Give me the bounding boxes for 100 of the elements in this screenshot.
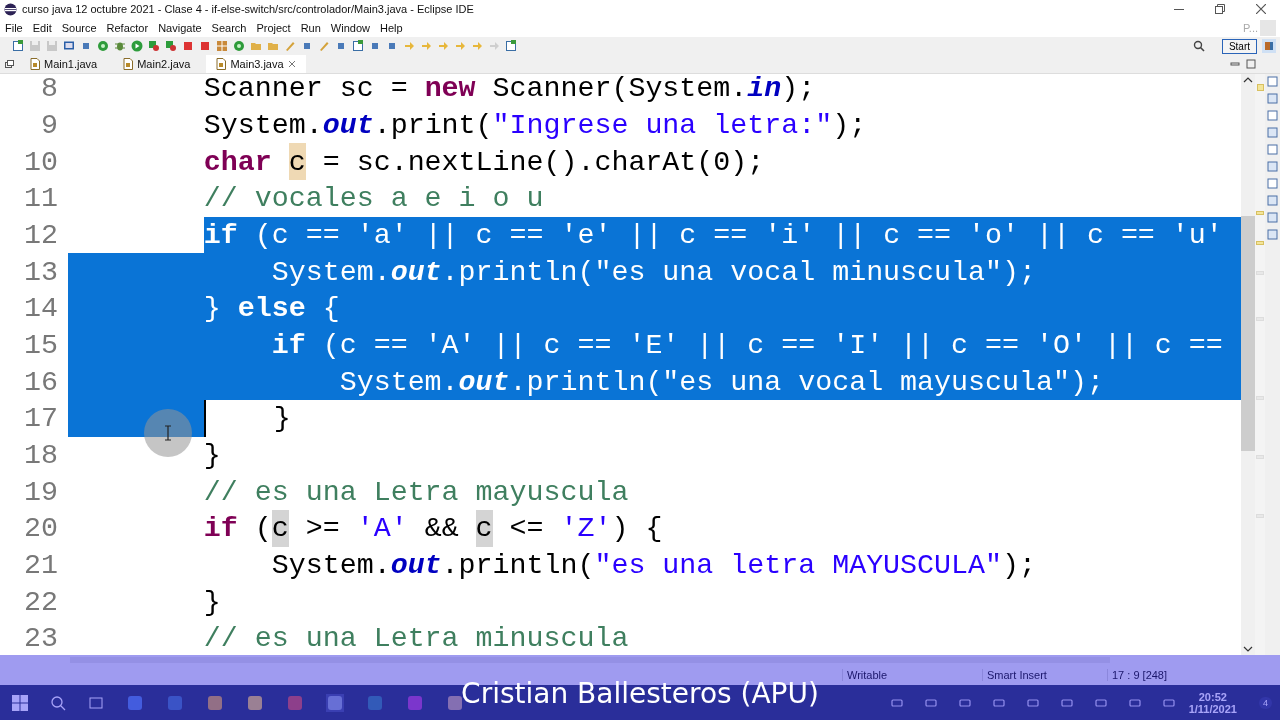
keyword: char [203,144,273,180]
cursor-highlight [143,408,193,458]
close-icon[interactable] [1256,4,1266,14]
search-icon[interactable] [50,694,66,711]
line-number: 11 [23,182,59,215]
code-comment: // es una Letra minuscula [203,621,629,655]
menu-item[interactable]: Run [300,21,321,34]
refresh-icon[interactable] [233,40,245,52]
terminal-icon[interactable] [63,40,75,52]
menu-item[interactable]: Project [256,21,291,34]
restore-icon[interactable] [1215,4,1225,14]
view-menu-icon[interactable] [1267,144,1278,155]
variable-occurrence: c [475,509,493,547]
maximize-icon[interactable] [1246,59,1256,69]
hint-text: P... [1242,21,1258,34]
external-tool-icon[interactable] [199,40,211,52]
window-title: curso java 12 octubre 2021 - Clase 4 - if-else-switch/src/controlador/Main3.java - Eclipse IDE [22,3,474,15]
code-text: || c == [883,326,1036,364]
code-text: || c == [1019,216,1172,254]
code-text: ); [1002,547,1036,583]
code-text: (c == [305,326,425,364]
code-text: || c == [611,216,765,254]
minimize-icon[interactable] [1230,59,1240,69]
code-text: System. [339,363,459,400]
perspective-icon[interactable] [505,40,517,52]
tab-label: Main2.java [137,58,191,70]
view-menu-icon[interactable] [1267,178,1278,189]
circle-icon[interactable] [97,40,109,52]
field-name: out [458,363,510,400]
vertical-scrollbar[interactable] [1241,74,1255,655]
search-icon[interactable] [1192,40,1205,52]
menu-item[interactable]: Navigate [158,21,202,34]
line-number: 15 [23,328,59,361]
line-number: 10 [23,145,59,178]
caption-text: Cristian Ballesteros (APU) [461,677,819,710]
start-button[interactable]: Start [1221,38,1257,54]
task-view-icon[interactable] [88,694,104,711]
bug-icon[interactable] [114,40,126,52]
line-number: 20 [23,512,59,545]
line-number: 22 [23,585,59,618]
close-icon[interactable] [287,60,296,68]
code-text: System. [203,108,323,143]
run-icon[interactable] [148,40,160,52]
line-number: 12 [23,218,59,251]
java-perspective-icon[interactable] [1262,39,1276,53]
line-number: 13 [23,255,59,288]
view-menu-icon[interactable] [1267,110,1278,121]
code-text: .println( [441,547,595,583]
string-literal: "es una letra MAYUSCULA" [594,547,1002,583]
open-folder-icon[interactable] [267,40,279,52]
view-menu-icon[interactable] [5,60,14,68]
code-text: = sc.nextLine().charAt(0); [321,144,765,180]
line-number: 21 [23,548,59,581]
new-file-icon[interactable] [12,40,24,52]
code-text: && [423,511,460,547]
code-text: .println( [441,253,595,290]
menu-item[interactable]: Search [211,21,247,34]
menu-item[interactable]: Source [61,21,97,34]
pencil-icon[interactable] [284,40,296,52]
code-text: Scanner(System. [491,74,748,107]
field-name: out [322,108,374,143]
keyword: new [424,74,476,107]
editor-tab[interactable]: Main2.java [113,55,201,73]
stop-icon[interactable] [182,40,194,52]
keyword: if [203,511,238,547]
windows-logo-icon[interactable] [12,694,28,711]
line-number: 8 [40,74,59,105]
brush-icon[interactable] [318,40,330,52]
field-name: in [747,74,782,107]
string-literal: 'A' [356,511,408,547]
line-number: 23 [23,622,59,655]
menu-item[interactable]: Help [380,21,403,34]
string-literal: "es una vocal minuscula" [594,253,1002,290]
clock-time: 20:52 [1198,690,1227,703]
field-name: out [390,253,442,290]
line-number: 18 [23,438,59,471]
editor-tab[interactable]: Main3.java [206,55,306,73]
forward-icon[interactable] [454,40,466,52]
code-text: } [203,437,221,473]
editor-tab[interactable]: Main1.java [20,55,108,73]
string-literal: 'i' [764,216,816,254]
menu-item[interactable]: Edit [32,21,52,34]
line-number: 19 [23,475,59,508]
play-icon[interactable] [131,40,143,52]
view-menu-icon[interactable] [1267,76,1278,87]
notification-badge[interactable]: 4 [1259,696,1272,709]
code-text: || c == [407,216,561,254]
keyword: if [203,216,238,254]
menu-item[interactable]: File [5,21,23,34]
code-text: >= [304,511,341,547]
menu-item[interactable]: Refactor [106,21,149,34]
string-literal: 'o' [968,216,1019,254]
coverage-icon[interactable] [165,40,177,52]
string-literal: 'a' [356,216,408,254]
code-text: || c == [1086,326,1223,364]
skip-icon[interactable] [80,40,92,52]
menu-item[interactable]: Window [330,21,370,34]
grid-icon[interactable] [216,40,228,52]
code-comment: // vocales a e i o u [203,181,544,217]
horizontal-scrollbar[interactable] [0,655,1280,665]
